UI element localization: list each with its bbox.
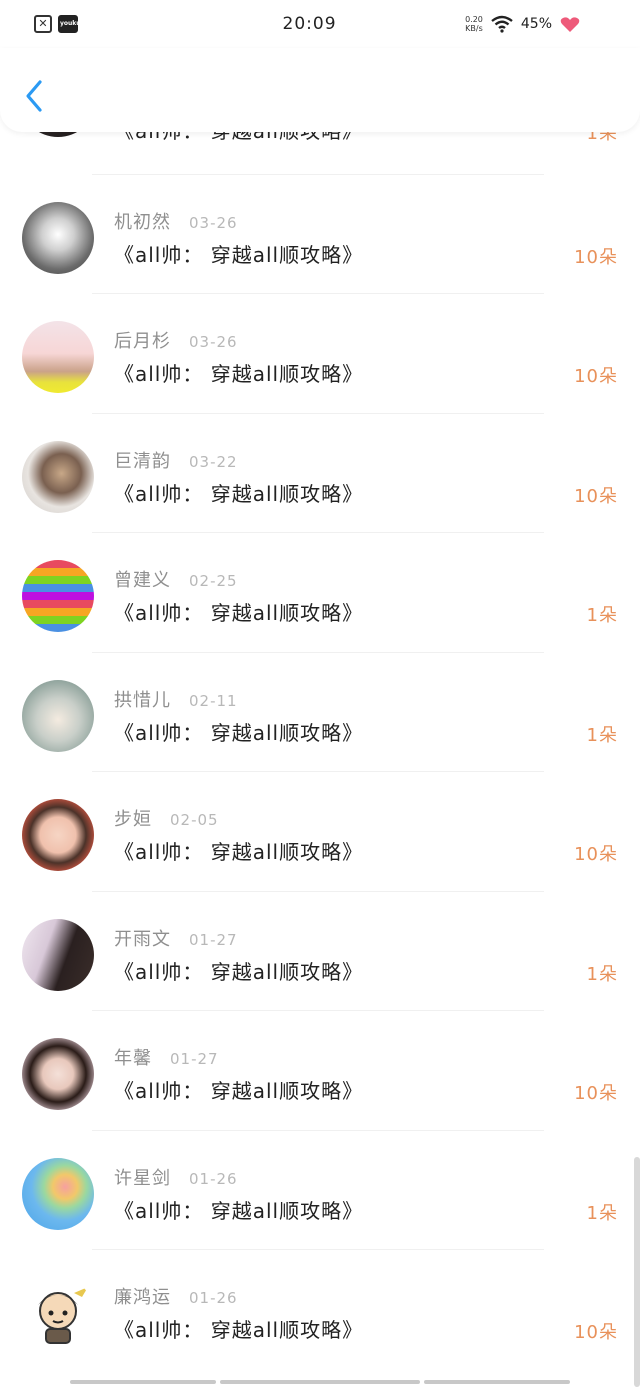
gift-date: 03-26 xyxy=(189,213,238,232)
user-name[interactable]: 许星剑 xyxy=(114,1164,171,1190)
user-avatar[interactable] xyxy=(22,321,94,393)
list-item[interactable]: 年馨 01-27 《all帅： 穿越all顺攻略》 10朵 xyxy=(0,1011,640,1131)
user-name[interactable]: 年馨 xyxy=(114,1044,152,1070)
gift-date: 01-26 xyxy=(189,1169,238,1188)
sim-error-icon: ✕ xyxy=(34,15,52,33)
status-bar: ✕ youku 20:09 0.20 KB/s 45% xyxy=(0,0,640,48)
user-avatar[interactable] xyxy=(22,560,94,632)
status-right-icons: 0.20 KB/s 45% xyxy=(465,15,580,33)
gift-date: 02-11 xyxy=(189,691,238,710)
user-avatar[interactable] xyxy=(22,679,94,752)
flower-amount: 10朵 xyxy=(574,844,618,865)
chevron-left-icon xyxy=(26,80,42,112)
flower-amount: 10朵 xyxy=(574,246,618,268)
list-item[interactable]: 步姮 02-05 《all帅： 穿越all顺攻略》 10朵 xyxy=(0,772,640,892)
bottom-indicator-center xyxy=(220,1380,420,1384)
list-item[interactable]: 曾建义 02-25 《all帅： 穿越all顺攻略》 1朵 xyxy=(0,533,640,653)
flower-amount: 1朵 xyxy=(586,605,618,626)
row-meta: 许星剑 01-26 xyxy=(114,1164,238,1190)
flower-amount: 10朵 xyxy=(574,1322,618,1343)
row-meta: 廉鸿运 01-26 xyxy=(114,1283,238,1309)
gift-date: 03-22 xyxy=(189,452,238,471)
user-name[interactable]: 拱惜儿 xyxy=(114,686,171,712)
status-left-icons: ✕ youku xyxy=(34,15,154,33)
flower-amount: 1朵 xyxy=(586,724,618,746)
row-meta: 巨清韵 03-22 xyxy=(114,447,238,473)
user-name[interactable]: 开雨文 xyxy=(114,925,171,951)
battery-heart-icon xyxy=(560,17,580,32)
book-title: 《all帅： 穿越all顺攻略》 xyxy=(114,959,364,984)
row-meta: 年馨 01-27 xyxy=(114,1044,219,1070)
flower-amount: 10朵 xyxy=(574,1083,618,1104)
list-item[interactable]: 廉鸿运 01-26 《all帅： 穿越all顺攻略》 10朵 xyxy=(0,1250,640,1370)
user-avatar[interactable] xyxy=(22,201,94,274)
bottom-indicator-left xyxy=(70,1380,216,1384)
user-name[interactable]: 后月杉 xyxy=(114,327,171,353)
wifi-icon xyxy=(491,15,513,33)
user-avatar[interactable] xyxy=(22,1277,94,1349)
flower-amount: 1朵 xyxy=(586,963,618,985)
flower-amount: 10朵 xyxy=(574,485,618,507)
gift-date: 01-26 xyxy=(189,1289,238,1307)
user-avatar[interactable] xyxy=(22,1038,94,1110)
book-title: 《all帅： 穿越all顺攻略》 xyxy=(114,1079,364,1103)
list-item[interactable]: 开雨文 01-27 《all帅： 穿越all顺攻略》 1朵 xyxy=(0,892,640,1011)
book-title: 《all帅： 穿越all顺攻略》 xyxy=(114,481,364,506)
book-title: 《all帅： 穿越all顺攻略》 xyxy=(114,1318,364,1342)
back-button[interactable] xyxy=(20,78,50,114)
user-name[interactable]: 机初然 xyxy=(114,208,171,234)
row-meta: 曾建义 02-25 xyxy=(114,566,238,592)
book-title: 《all帅： 穿越all顺攻略》 xyxy=(114,601,364,625)
user-name[interactable]: 廉鸿运 xyxy=(114,1283,171,1309)
list-item[interactable]: 拱惜儿 02-11 《all帅： 穿越all顺攻略》 1朵 xyxy=(0,653,640,772)
user-avatar[interactable] xyxy=(22,440,94,513)
list-item[interactable]: 机初然 03-26 《all帅： 穿越all顺攻略》 10朵 xyxy=(0,175,640,294)
user-name[interactable]: 步姮 xyxy=(114,805,152,831)
gift-date: 03-26 xyxy=(189,333,238,351)
network-speed-unit: KB/s xyxy=(465,24,483,33)
youku-icon: youku xyxy=(58,15,81,33)
gift-record-list: 《all帅： 穿越all顺攻略》 1朵 机初然 03-26 《all帅： 穿越a… xyxy=(0,70,640,1370)
row-meta: 步姮 02-05 xyxy=(114,805,219,831)
list-item[interactable]: 许星剑 01-26 《all帅： 穿越all顺攻略》 1朵 xyxy=(0,1131,640,1250)
book-title: 《all帅： 穿越all顺攻略》 xyxy=(114,242,364,267)
flower-amount: 1朵 xyxy=(586,1202,618,1224)
user-avatar[interactable] xyxy=(22,799,94,871)
navigation-bar xyxy=(0,48,640,132)
battery-percent: 45% xyxy=(520,16,552,32)
book-title: 《all帅： 穿越all顺攻略》 xyxy=(114,362,364,386)
network-speed: 0.20 KB/s xyxy=(465,15,483,33)
gift-date: 01-27 xyxy=(189,930,238,949)
book-title: 《all帅： 穿越all顺攻略》 xyxy=(114,1198,364,1223)
book-title: 《all帅： 穿越all顺攻略》 xyxy=(114,720,364,745)
row-meta: 拱惜儿 02-11 xyxy=(114,686,238,712)
row-meta: 开雨文 01-27 xyxy=(114,925,238,951)
list-item[interactable]: 巨清韵 03-22 《all帅： 穿越all顺攻略》 10朵 xyxy=(0,414,640,533)
gift-date: 02-05 xyxy=(170,811,219,829)
user-avatar[interactable] xyxy=(22,1157,94,1230)
user-name[interactable]: 巨清韵 xyxy=(114,447,171,473)
flower-amount: 10朵 xyxy=(574,366,618,387)
scrollbar[interactable] xyxy=(634,1157,640,1387)
row-meta: 后月杉 03-26 xyxy=(114,327,238,353)
user-avatar[interactable] xyxy=(22,918,94,991)
user-name[interactable]: 曾建义 xyxy=(114,566,171,592)
status-time: 20:09 xyxy=(282,14,337,34)
bottom-indicator-right xyxy=(424,1380,570,1384)
list-item[interactable]: 后月杉 03-26 《all帅： 穿越all顺攻略》 10朵 xyxy=(0,294,640,414)
book-title: 《all帅： 穿越all顺攻略》 xyxy=(114,840,364,864)
cartoon-warrior-icon xyxy=(38,1287,88,1344)
gift-date: 01-27 xyxy=(170,1050,219,1068)
row-meta: 机初然 03-26 xyxy=(114,208,238,234)
gift-date: 02-25 xyxy=(189,572,238,590)
network-speed-value: 0.20 xyxy=(465,15,483,24)
